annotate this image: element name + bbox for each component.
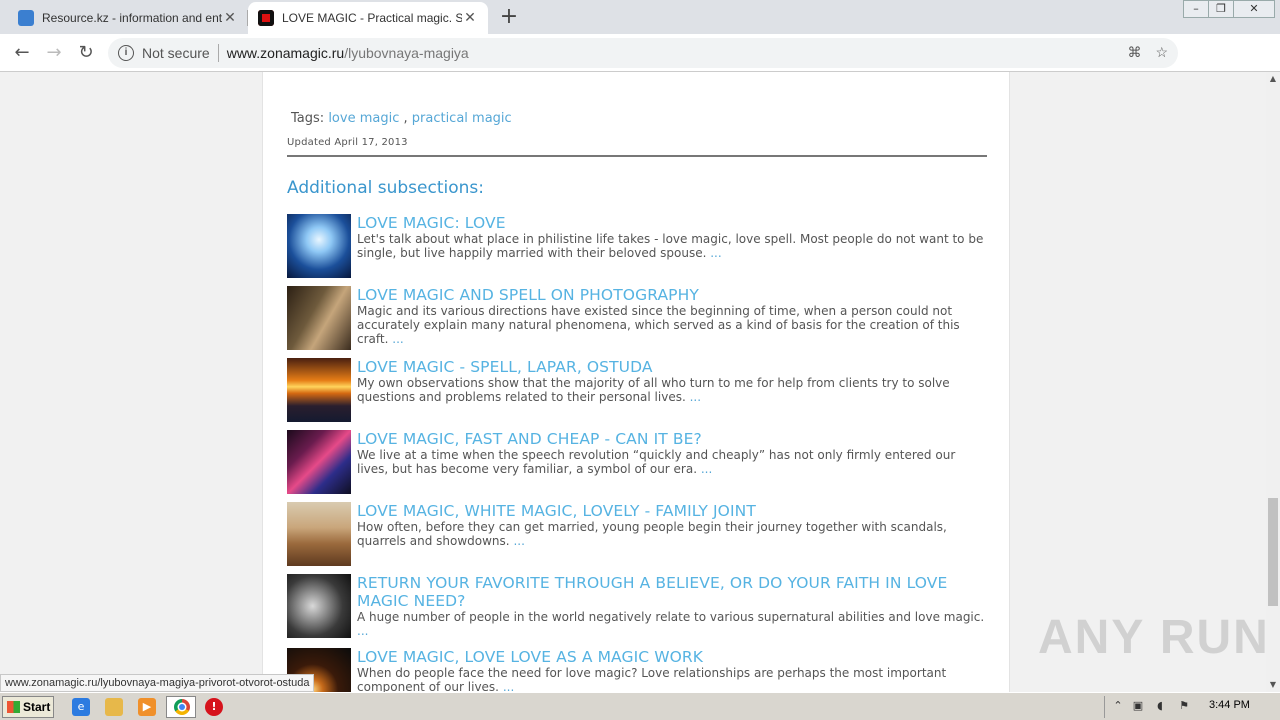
- address-bar[interactable]: i Not secure www.zonamagic.ru/lyubovnaya…: [108, 38, 1178, 68]
- chrome-logo: [174, 699, 190, 715]
- tray-expand-icon[interactable]: ⌃: [1111, 699, 1125, 713]
- item-desc-text: Let's talk about what place in philistin…: [357, 232, 984, 260]
- folder-icon[interactable]: [105, 698, 123, 716]
- url-path[interactable]: /lyubovnaya-magiya: [344, 45, 469, 61]
- read-more-link[interactable]: ...: [710, 246, 721, 260]
- tab-resource-kz[interactable]: Resource.kz - information and enter ✕: [8, 2, 248, 34]
- reload-icon[interactable]: ↻: [73, 40, 99, 66]
- read-more-link[interactable]: ...: [357, 624, 368, 638]
- zonamagic-icon: [258, 10, 274, 26]
- url-host[interactable]: www.zonamagic.ru: [227, 45, 345, 61]
- tab-title: Resource.kz - information and enter: [42, 11, 222, 25]
- item-description: When do people face the need for love ma…: [357, 666, 989, 692]
- item-title-link[interactable]: RETURN YOUR FAVORITE THROUGH A BELIEVE, …: [357, 574, 987, 610]
- internet-explorer-icon[interactable]: e: [72, 698, 90, 716]
- translate-icon[interactable]: ⌘: [1127, 44, 1141, 61]
- tab-strip: Resource.kz - information and enter ✕ LO…: [0, 0, 1280, 34]
- item-desc-text: Magic and its various directions have ex…: [357, 304, 960, 346]
- page-viewport: Tags: love magic , practical magic Updat…: [0, 72, 1266, 692]
- item-title-link[interactable]: LOVE MAGIC, WHITE MAGIC, LOVELY - FAMILY…: [357, 502, 987, 520]
- read-more-link[interactable]: ...: [392, 332, 403, 346]
- thumbnail-image[interactable]: [287, 214, 351, 278]
- thumbnail-image[interactable]: [287, 430, 351, 494]
- read-more-link[interactable]: ...: [513, 534, 524, 548]
- system-tray: ⌃ ▣ ◖ ⚑ 3:44 PM: [1104, 696, 1280, 718]
- item-description: We live at a time when the speech revolu…: [357, 448, 989, 476]
- tags-line: Tags: love magic , practical magic: [291, 111, 512, 126]
- item-desc-text: How often, before they can get married, …: [357, 520, 947, 548]
- start-button[interactable]: Start: [2, 696, 54, 718]
- security-label[interactable]: Not secure: [142, 45, 210, 61]
- item-description: How often, before they can get married, …: [357, 520, 989, 548]
- tag-separator: ,: [403, 111, 408, 126]
- network-icon[interactable]: ▣: [1131, 699, 1145, 713]
- item-description: My own observations show that the majori…: [357, 376, 989, 404]
- bookmark-star-icon[interactable]: ☆: [1155, 44, 1168, 61]
- item-title-link[interactable]: LOVE MAGIC - SPELL, LAPAR, OSTUDA: [357, 358, 987, 376]
- item-title-link[interactable]: LOVE MAGIC AND SPELL ON PHOTOGRAPHY: [357, 286, 987, 304]
- chrome-icon[interactable]: [166, 696, 196, 718]
- tags-label: Tags:: [291, 111, 325, 126]
- close-window-button[interactable]: ✕: [1233, 0, 1275, 18]
- read-more-link[interactable]: ...: [503, 680, 514, 692]
- thumbnail-image[interactable]: [287, 358, 351, 422]
- item-description: Let's talk about what place in philistin…: [357, 232, 989, 260]
- status-bar-url: www.zonamagic.ru/lyubovnaya-magiya-privo…: [0, 674, 315, 692]
- item-description: Magic and its various directions have ex…: [357, 304, 989, 346]
- media-player-icon[interactable]: ▶: [138, 698, 156, 716]
- clock[interactable]: 3:44 PM: [1209, 699, 1250, 711]
- close-tab-icon[interactable]: ✕: [222, 10, 238, 26]
- tag-link-love-magic[interactable]: love magic: [328, 111, 399, 126]
- action-center-flag-icon[interactable]: ⚑: [1177, 699, 1191, 713]
- read-more-link[interactable]: ...: [690, 390, 701, 404]
- tag-link-practical-magic[interactable]: practical magic: [412, 111, 512, 126]
- item-desc-text: When do people face the need for love ma…: [357, 666, 947, 692]
- info-icon[interactable]: i: [118, 45, 134, 61]
- volume-icon[interactable]: ◖: [1153, 699, 1167, 713]
- updated-date: Updated April 17, 2013: [287, 137, 408, 148]
- item-title-link[interactable]: LOVE MAGIC, FAST AND CHEAP - CAN IT BE?: [357, 430, 987, 448]
- item-desc-text: We live at a time when the speech revolu…: [357, 448, 956, 476]
- minimize-button[interactable]: –: [1183, 0, 1209, 18]
- opera-icon[interactable]: !: [205, 698, 223, 716]
- new-tab-button[interactable]: +: [496, 4, 522, 30]
- omnibox-divider: [217, 44, 219, 62]
- forward-arrow-icon[interactable]: →: [41, 40, 67, 66]
- article-content: Tags: love magic , practical magic Updat…: [262, 72, 1010, 692]
- item-title-link[interactable]: LOVE MAGIC: LOVE: [357, 214, 987, 232]
- item-desc-text: A huge number of people in the world neg…: [357, 610, 985, 624]
- thumbnail-image[interactable]: [287, 502, 351, 566]
- close-tab-icon[interactable]: ✕: [462, 10, 478, 26]
- ie-page-icon: [18, 10, 34, 26]
- tab-zonamagic[interactable]: LOVE MAGIC - Practical magic. Servi ✕: [248, 2, 488, 34]
- thumbnail-image[interactable]: [287, 286, 351, 350]
- item-description: A huge number of people in the world neg…: [357, 610, 989, 638]
- subsections-heading: Additional subsections:: [287, 178, 484, 198]
- vertical-scrollbar[interactable]: ▲ ▼: [1266, 72, 1280, 692]
- maximize-button[interactable]: ❐: [1208, 0, 1234, 18]
- back-arrow-icon[interactable]: ←: [9, 40, 35, 66]
- tab-title: LOVE MAGIC - Practical magic. Servi: [282, 11, 462, 25]
- anyrun-watermark: ANY RUN: [1038, 611, 1270, 664]
- item-desc-text: My own observations show that the majori…: [357, 376, 950, 404]
- scrollbar-thumb[interactable]: [1268, 498, 1278, 606]
- divider: [287, 155, 987, 157]
- browser-toolbar: ← → ↻ i Not secure www.zonamagic.ru/lyub…: [0, 34, 1280, 98]
- scroll-down-arrow-icon[interactable]: ▼: [1266, 678, 1280, 692]
- item-title-link[interactable]: LOVE MAGIC, LOVE LOVE AS A MAGIC WORK: [357, 648, 987, 666]
- windows-taskbar: Start e ▶ ! ⌃ ▣ ◖ ⚑ 3:44 PM: [0, 692, 1280, 720]
- start-label: Start: [23, 700, 51, 714]
- scroll-up-arrow-icon[interactable]: ▲: [1266, 72, 1280, 86]
- read-more-link[interactable]: ...: [701, 462, 712, 476]
- thumbnail-image[interactable]: [287, 574, 351, 638]
- windows-logo-icon: [7, 701, 20, 713]
